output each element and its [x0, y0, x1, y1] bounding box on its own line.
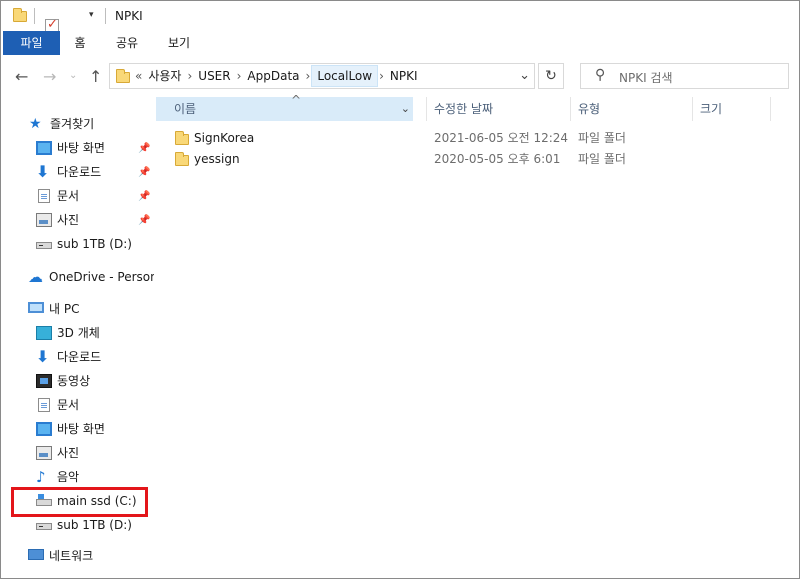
desktop-icon [36, 422, 52, 436]
sidebar-item-label: 다운로드 [57, 165, 102, 179]
list-item[interactable]: yessign 2020-05-05 오후 6:01 파일 폴더 [156, 149, 776, 170]
sidebar-item-label: sub 1TB (D:) [57, 237, 132, 251]
file-name: SignKorea [194, 131, 255, 145]
breadcrumb-item[interactable]: AppData [242, 65, 304, 87]
music-icon: ♪ [36, 468, 46, 486]
address-bar[interactable]: « 사용자 › USER › AppData › LocalLow › NPKI… [109, 63, 535, 89]
column-divider[interactable] [770, 97, 771, 121]
pin-icon[interactable]: 📌 [138, 191, 150, 202]
column-divider[interactable] [692, 97, 693, 121]
drive-icon [36, 523, 52, 530]
separator [34, 8, 35, 24]
list-item[interactable]: SignKorea 2021-06-05 오전 12:24 파일 폴더 [156, 128, 776, 149]
folder-icon [175, 131, 189, 145]
sort-ascending-icon: ^ [291, 93, 302, 107]
computer-icon [28, 302, 44, 313]
sidebar-item-label: 바탕 화면 [57, 141, 105, 155]
folder-icon [13, 8, 27, 22]
drive-icon [36, 242, 52, 249]
sidebar-item-label: 네트워크 [49, 549, 94, 563]
column-header-size[interactable]: 크기 [700, 97, 770, 121]
column-filter-chevron-icon[interactable]: ⌄ [401, 97, 410, 121]
folder-icon [116, 69, 130, 83]
address-dropdown-chevron-icon[interactable]: ⌄ [519, 68, 530, 83]
sidebar-item-label: sub 1TB (D:) [57, 518, 132, 532]
sidebar-item-label: OneDrive - Persona [49, 270, 154, 284]
search-placeholder: NPKI 검색 [619, 71, 673, 85]
pin-icon[interactable]: 📌 [138, 143, 150, 154]
sidebar-item-label: 즐겨찾기 [50, 117, 95, 131]
tab-share[interactable]: 공유 [109, 31, 145, 55]
file-type: 파일 폴더 [578, 152, 626, 166]
star-icon: ★ [29, 116, 42, 132]
3d-objects-icon [36, 326, 52, 340]
picture-icon [36, 446, 52, 460]
column-header-label: 이름 [174, 102, 197, 116]
sidebar-item-label: 동영상 [57, 374, 91, 388]
navigation-bar: ← → ⌄ ↑ « 사용자 › USER › AppData › LocalLo… [1, 57, 799, 95]
sidebar-item-label: 다운로드 [57, 350, 102, 364]
breadcrumb-item-current[interactable]: NPKI [385, 65, 423, 87]
column-divider[interactable] [426, 97, 427, 121]
pin-icon[interactable]: 📌 [138, 215, 150, 226]
tab-view[interactable]: 보기 [161, 31, 197, 55]
download-icon: ⬇ [36, 162, 50, 181]
network-icon [28, 549, 44, 560]
file-date-modified: 2020-05-05 오후 6:01 [434, 152, 561, 166]
column-header-date-modified[interactable]: 수정한 날짜 [434, 97, 564, 121]
highlight-annotation-box [11, 487, 148, 517]
pin-icon[interactable]: 📌 [138, 167, 150, 178]
separator [105, 8, 106, 24]
file-list[interactable]: 이름 ^ ⌄ 수정한 날짜 유형 크기 SignKorea 2021-06-05… [156, 93, 799, 578]
sidebar-item-label: 문서 [57, 189, 80, 203]
folder-icon [175, 152, 189, 166]
file-name: yessign [194, 152, 240, 166]
sidebar-item-label: 바탕 화면 [57, 422, 105, 436]
cloud-icon: ☁ [28, 268, 43, 286]
customize-toolbar-icon[interactable]: ▾ [89, 10, 94, 20]
sidebar-item-label: 3D 개체 [57, 326, 100, 340]
file-type: 파일 폴더 [578, 131, 626, 145]
breadcrumb-chevron-icon[interactable]: › [378, 69, 385, 83]
breadcrumb: « 사용자 › USER › AppData › LocalLow › NPKI [134, 64, 423, 88]
forward-arrow-icon[interactable]: → [43, 67, 56, 86]
column-divider[interactable] [570, 97, 571, 121]
search-input[interactable]: ⚲ NPKI 검색 [580, 63, 789, 89]
recent-locations-chevron-icon[interactable]: ⌄ [69, 70, 77, 81]
file-date-modified: 2021-06-05 오전 12:24 [434, 131, 569, 145]
column-header-type[interactable]: 유형 [578, 97, 688, 121]
picture-icon [36, 213, 52, 227]
document-icon [38, 189, 50, 203]
tab-home[interactable]: 홈 [65, 31, 95, 55]
sidebar-item-label: 음악 [57, 470, 80, 484]
tab-file[interactable]: 파일 [3, 31, 60, 55]
up-arrow-icon[interactable]: ↑ [89, 67, 102, 86]
column-header-name[interactable]: 이름 ^ ⌄ [156, 93, 413, 121]
back-arrow-icon[interactable]: ← [15, 67, 28, 86]
breadcrumb-chevron-icon[interactable]: › [305, 69, 312, 83]
ribbon-tabs: 파일 홈 공유 보기 [1, 31, 799, 55]
breadcrumb-chevron-icon[interactable]: › [236, 69, 243, 83]
breadcrumb-item-hovered[interactable]: LocalLow [311, 65, 379, 87]
title-bar: ▾ NPKI [1, 1, 799, 48]
refresh-button[interactable]: ↻ [538, 63, 564, 89]
breadcrumb-overflow[interactable]: « [134, 69, 143, 83]
breadcrumb-item[interactable]: USER [193, 65, 235, 87]
breadcrumb-chevron-icon[interactable]: › [186, 69, 193, 83]
download-icon: ⬇ [36, 347, 50, 366]
window-title: NPKI [115, 9, 143, 23]
desktop-icon [36, 141, 52, 155]
navigation-pane[interactable]: ★ 즐겨찾기 바탕 화면 📌 ⬇ 다운로드 📌 문서 📌 사진 📌 sub 1T… [1, 97, 154, 578]
document-icon [38, 398, 50, 412]
sidebar-item-label: 문서 [57, 398, 80, 412]
sidebar-item-label: 내 PC [49, 302, 80, 316]
breadcrumb-item[interactable]: 사용자 [143, 65, 186, 87]
sidebar-item-label: 사진 [57, 446, 80, 460]
sidebar-item-label: 사진 [57, 213, 80, 227]
video-icon [36, 374, 52, 388]
explorer-window: ▾ NPKI 파일 홈 공유 보기 ← → ⌄ ↑ « 사용자 › USER ›… [0, 0, 800, 579]
search-icon: ⚲ [595, 67, 606, 83]
